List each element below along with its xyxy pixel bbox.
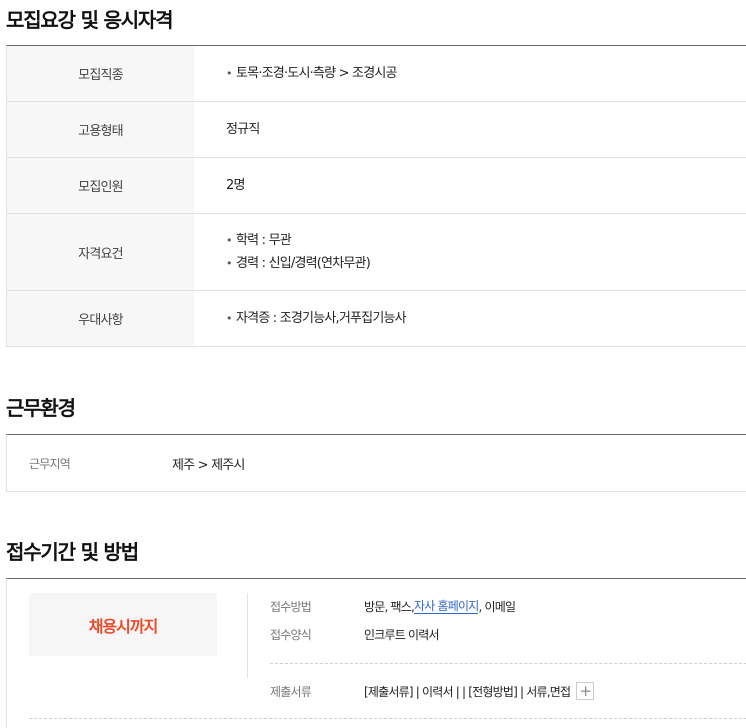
divider — [247, 593, 248, 678]
dashed-divider — [29, 718, 746, 719]
requirements-row-employment-type: 고용형태 정규직 — [7, 102, 746, 158]
application-title: 접수기간 및 방법 — [6, 540, 139, 564]
list-item: • 자격증 : 조경기능사,거푸집기능사 — [226, 307, 746, 330]
environment-box: 근무지역 제주 > 제주시 — [6, 434, 746, 492]
row-label: 고용형태 — [7, 102, 194, 157]
dashed-divider — [270, 663, 746, 664]
required-documents-value: [제출서류] | 이력서 | | [전형방법] | 서류,면접 + — [364, 682, 595, 700]
application-method-label: 접수방법 — [270, 600, 312, 614]
row-value: • 학력 : 무관 • 경력 : 신입/경력(연차무관) — [194, 214, 746, 290]
application-box: 채용시까지 접수방법 방문, 팩스, 자사 홈페이지, 이메일 접수양식 인크루… — [6, 578, 746, 728]
requirements-table: 모집직종 • 토목·조경·도시·측량 > 조경시공 고용형태 정규직 모집인원 2… — [6, 45, 746, 347]
row-value: 2명 — [194, 158, 746, 213]
requirements-title: 모집요강 및 응시자격 — [6, 8, 174, 32]
application-form-value: 인크루트 이력서 — [364, 628, 439, 642]
environment-title: 근무환경 — [6, 396, 76, 420]
company-homepage-link[interactable]: 자사 홈페이지 — [414, 599, 479, 614]
row-value: • 토목·조경·도시·측량 > 조경시공 — [194, 46, 746, 101]
requirements-row-qualifications: 자격요건 • 학력 : 무관 • 경력 : 신입/경력(연차무관) — [7, 214, 746, 291]
application-form-label: 접수양식 — [270, 628, 312, 642]
row-label: 우대사항 — [7, 291, 194, 346]
row-label: 모집인원 — [7, 158, 194, 213]
work-location-value: 제주 > 제주시 — [172, 457, 245, 473]
bullet-dot-icon: • — [226, 234, 233, 247]
application-method-row: 접수방법 방문, 팩스, 자사 홈페이지, 이메일 — [270, 598, 516, 615]
row-value: • 자격증 : 조경기능사,거푸집기능사 — [194, 291, 746, 346]
row-label: 모집직종 — [7, 46, 194, 101]
list-item: • 토목·조경·도시·측량 > 조경시공 — [226, 62, 746, 85]
row-label: 자격요건 — [7, 214, 194, 290]
method-text: 방문, 팩스, — [364, 600, 415, 614]
required-documents-label: 제출서류 — [270, 684, 312, 699]
list-item: • 학력 : 무관 — [226, 229, 746, 252]
documents-text: [제출서류] | 이력서 | | [전형방법] | 서류,면접 — [364, 684, 571, 699]
requirements-row-preferences: 우대사항 • 자격증 : 조경기능사,거푸집기능사 — [7, 291, 746, 347]
list-item: 2명 — [226, 178, 245, 193]
method-text: , 이메일 — [478, 600, 516, 614]
bullet-dot-icon: • — [226, 312, 233, 325]
list-item: • 경력 : 신입/경력(연차무관) — [226, 252, 746, 275]
row-value: 정규직 — [194, 102, 746, 157]
required-documents-row: 제출서류 [제출서류] | 이력서 | | [전형방법] | 서류,면접 + — [270, 682, 595, 700]
requirements-row-headcount: 모집인원 2명 — [7, 158, 746, 214]
list-item: 정규직 — [226, 122, 260, 137]
work-location-label: 근무지역 — [29, 456, 71, 471]
plus-icon[interactable]: + — [576, 682, 595, 700]
requirements-row-job-type: 모집직종 • 토목·조경·도시·측량 > 조경시공 — [7, 46, 746, 102]
bullet-dot-icon: • — [226, 257, 233, 270]
bullet-dot-icon: • — [226, 67, 233, 80]
application-form-row: 접수양식 인크루트 이력서 — [270, 626, 439, 643]
deadline-badge: 채용시까지 — [29, 593, 217, 656]
application-method-value: 방문, 팩스, 자사 홈페이지, 이메일 — [364, 598, 516, 615]
